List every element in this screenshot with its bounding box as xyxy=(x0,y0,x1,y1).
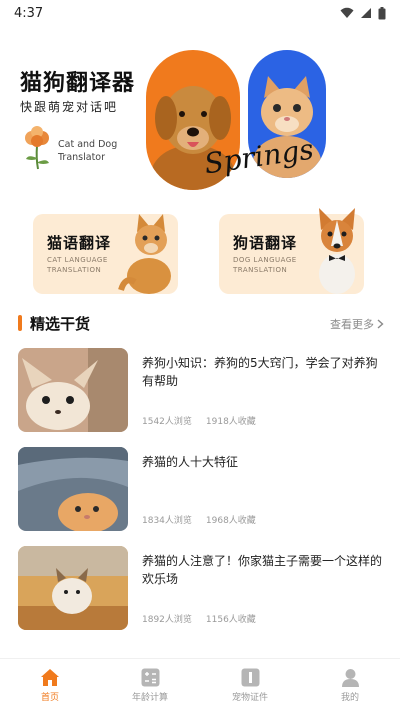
view-more-link[interactable]: 查看更多 xyxy=(330,316,384,332)
section-accent-bar xyxy=(18,315,22,331)
status-time: 4:37 xyxy=(14,5,44,21)
dog-card-title: 狗语翻译 xyxy=(233,234,298,252)
person-icon xyxy=(341,669,359,687)
cat-translator-card[interactable]: 猫语翻译 CAT LANGUAGE TRANSLATION xyxy=(33,214,178,294)
article-stats: 1834人浏览 1968人收藏 xyxy=(142,513,256,526)
cat-card-en-line1: CAT LANGUAGE xyxy=(47,256,108,264)
app-subtitle: 快跟萌宠对话吧 xyxy=(20,100,119,114)
nav-home-label: 首页 xyxy=(40,693,59,703)
app-english-name-line1: Cat and Dog xyxy=(58,139,118,150)
article-item[interactable]: 养猫的人十大特征 1834人浏览 1968人收藏 xyxy=(18,447,384,531)
calculator-icon xyxy=(141,668,159,687)
battery-icon xyxy=(378,6,386,19)
id-card-icon xyxy=(241,668,259,687)
dog-card-en-line1: DOG LANGUAGE xyxy=(233,256,297,264)
home-icon xyxy=(41,669,59,686)
app-title: 猫狗翻译器 xyxy=(20,71,136,96)
nav-pet-id-label: 宠物证件 xyxy=(231,693,268,703)
wifi-icon xyxy=(340,7,354,18)
article-stats: 1542人浏览 1918人收藏 xyxy=(142,414,256,427)
article-item[interactable]: 养猫的人注意了！你家猫主子需要一个这样的欢乐场 1892人浏览 1156人收藏 xyxy=(18,546,384,630)
cat-card-title: 猫语翻译 xyxy=(47,234,112,252)
article-title: 养猫的人注意了！你家猫主子需要一个这样的欢乐场 xyxy=(142,554,383,586)
section-title: 精选干货 xyxy=(30,315,91,333)
article-stats: 1892人浏览 1156人收藏 xyxy=(142,612,256,625)
app-english-name-line2: Translator xyxy=(58,152,106,163)
view-more-label: 查看更多 xyxy=(330,318,374,331)
article-views: 1542人浏览 xyxy=(142,417,192,427)
article-item[interactable]: 养狗小知识：养狗的5大窍门，学会了对养狗有帮助 1542人浏览 1918人收藏 xyxy=(18,348,384,432)
nav-profile[interactable]: 我的 xyxy=(300,659,400,712)
article-favorites: 1918人收藏 xyxy=(205,417,256,427)
dog-translator-card[interactable]: 狗语翻译 DOG LANGUAGE TRANSLATION xyxy=(219,208,364,294)
nav-pet-id[interactable]: 宠物证件 xyxy=(200,659,300,712)
article-thumbnail xyxy=(18,546,128,630)
status-bar: 4:37 xyxy=(0,0,400,26)
nav-age-calculator[interactable]: 年龄计算 xyxy=(100,659,200,712)
article-views: 1892人浏览 xyxy=(142,615,192,625)
article-favorites: 1968人收藏 xyxy=(205,516,256,526)
article-views: 1834人浏览 xyxy=(142,516,192,526)
article-title: 养狗小知识：养狗的5大窍门，学会了对养狗有帮助 xyxy=(142,356,378,388)
flower-icon xyxy=(25,126,49,170)
bottom-nav: 首页 年龄计算 宠物证件 我的 xyxy=(0,658,400,712)
cat-card-en-line2: TRANSLATION xyxy=(47,266,102,274)
nav-home[interactable]: 首页 xyxy=(0,659,100,712)
article-thumbnail xyxy=(18,447,128,531)
signal-icon xyxy=(361,8,371,18)
dog-card-en-line2: TRANSLATION xyxy=(233,266,288,274)
article-title: 养猫的人十大特征 xyxy=(142,455,239,469)
chevron-right-icon xyxy=(377,319,384,329)
nav-age-calculator-label: 年龄计算 xyxy=(131,693,168,703)
article-favorites: 1156人收藏 xyxy=(205,615,256,625)
dog-card-image xyxy=(319,208,355,294)
cat-card-image xyxy=(118,214,171,294)
article-thumbnail xyxy=(18,348,128,432)
nav-profile-label: 我的 xyxy=(340,693,359,703)
